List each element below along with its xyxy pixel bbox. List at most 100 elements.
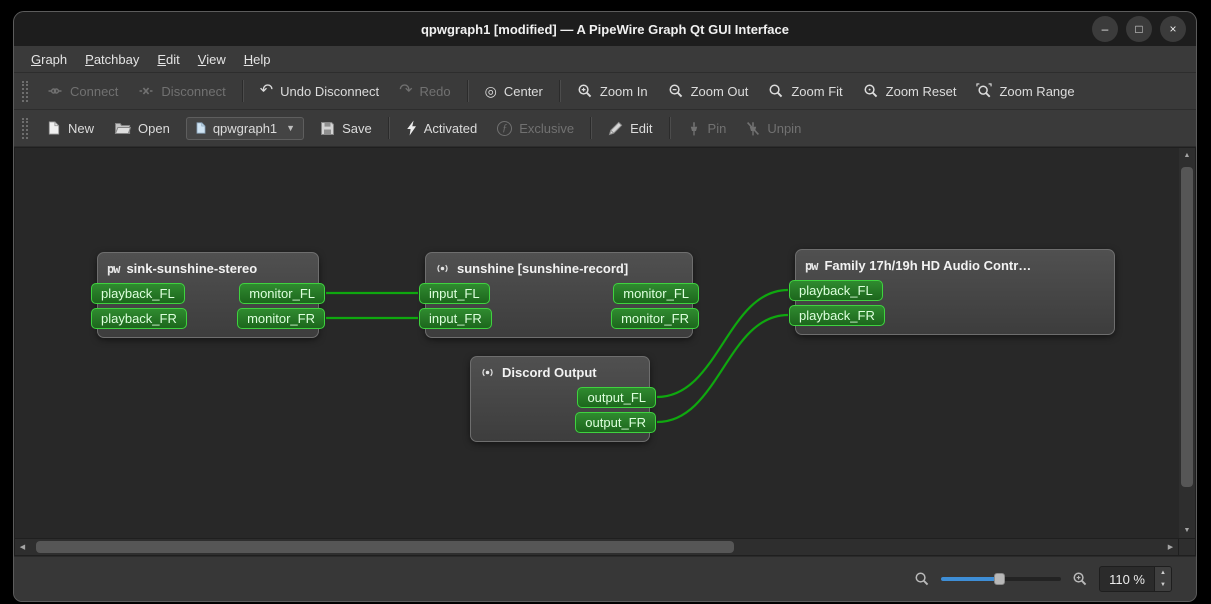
node-sunshine-record[interactable]: sunshine [sunshine-record] input_FL moni… xyxy=(419,252,699,338)
zoom-slider-thumb[interactable] xyxy=(994,573,1006,585)
scroll-down-arrow-icon[interactable]: ▼ xyxy=(1179,523,1195,538)
toolbar-separator xyxy=(558,80,561,102)
zoom-in-button[interactable]: Zoom In xyxy=(568,78,657,104)
titlebar[interactable]: qpwgraph1 [modified] — A PipeWire Graph … xyxy=(14,12,1196,46)
zoom-out-small-icon[interactable] xyxy=(914,571,930,587)
activated-button[interactable]: Activated xyxy=(397,115,486,141)
zoom-slider[interactable] xyxy=(941,571,1062,587)
patchbay-profile-combobox[interactable]: qpwgraph1 ▼ xyxy=(185,116,305,140)
window-title: qpwgraph1 [modified] — A PipeWire Graph … xyxy=(420,21,789,37)
hscroll-row: ◀ ▶ xyxy=(14,539,1196,556)
node-header[interactable]: pw Family 17h/19h HD Audio Contr… xyxy=(796,253,1114,278)
connect-button[interactable]: Connect xyxy=(38,78,127,104)
app-window: qpwgraph1 [modified] — A PipeWire Graph … xyxy=(13,11,1197,602)
center-label: Center xyxy=(503,83,543,99)
vertical-scroll-thumb[interactable] xyxy=(1181,167,1193,488)
patchbay-toolbar: New Open qpwgraph1 ▼ Save Activated ƒ Ex… xyxy=(14,110,1196,147)
port-input[interactable]: playback_FR xyxy=(91,308,187,329)
unpin-label: Unpin xyxy=(767,120,802,136)
port-input[interactable]: playback_FL xyxy=(91,283,185,304)
node-title: sunshine [sunshine-record] xyxy=(457,261,629,276)
pin-button[interactable]: Pin xyxy=(678,116,736,141)
pencil-icon xyxy=(608,121,623,136)
zoom-range-button[interactable]: Zoom Range xyxy=(967,78,1083,104)
undo-disconnect-button[interactable]: ↶ Undo Disconnect xyxy=(251,79,388,104)
horizontal-scrollbar[interactable]: ◀ ▶ xyxy=(14,539,1179,556)
node-family-hd-audio[interactable]: pw Family 17h/19h HD Audio Contr… playba… xyxy=(789,249,1115,335)
unpin-button[interactable]: Unpin xyxy=(737,116,810,141)
menu-graph[interactable]: Graph xyxy=(22,48,76,71)
horizontal-scroll-thumb[interactable] xyxy=(36,541,734,553)
node-header[interactable]: sunshine [sunshine-record] xyxy=(426,256,692,281)
zoom-range-icon xyxy=(976,83,993,99)
port-output[interactable]: monitor_FR xyxy=(237,308,325,329)
port-output[interactable]: output_FR xyxy=(575,412,656,433)
port-output[interactable]: monitor_FL xyxy=(613,283,699,304)
close-button[interactable]: × xyxy=(1160,16,1186,42)
port-output[interactable]: output_FL xyxy=(577,387,656,408)
node-header[interactable]: pw sink-sunshine-stereo xyxy=(98,256,318,281)
vertical-scrollbar[interactable]: ▲ ▼ xyxy=(1179,147,1196,539)
scroll-left-arrow-icon[interactable]: ◀ xyxy=(15,539,30,555)
port-input[interactable]: playback_FL xyxy=(789,280,883,301)
disconnect-button[interactable]: Disconnect xyxy=(129,78,234,104)
scroll-right-arrow-icon[interactable]: ▶ xyxy=(1163,539,1178,555)
spinbox-arrows: ▲ ▼ xyxy=(1154,567,1171,591)
connection-lines xyxy=(326,288,789,424)
port-input[interactable]: input_FR xyxy=(419,308,492,329)
toolbar-separator xyxy=(590,117,593,139)
open-folder-icon xyxy=(114,121,132,135)
spin-up-icon[interactable]: ▲ xyxy=(1155,567,1171,579)
toolbar-separator xyxy=(387,117,390,139)
edit-button[interactable]: Edit xyxy=(599,116,661,141)
zoom-out-label: Zoom Out xyxy=(690,83,749,99)
zoom-value: 110 % xyxy=(1109,571,1145,587)
vertical-scroll-track[interactable] xyxy=(1179,163,1195,523)
document-icon xyxy=(195,121,207,135)
menu-edit[interactable]: Edit xyxy=(148,48,188,71)
save-label: Save xyxy=(342,120,372,136)
horizontal-scroll-track[interactable] xyxy=(30,539,1163,555)
port-input[interactable]: input_FL xyxy=(419,283,490,304)
maximize-button[interactable]: □ xyxy=(1126,16,1152,42)
zoom-out-icon xyxy=(668,83,684,99)
menu-view[interactable]: View xyxy=(189,48,235,71)
center-button[interactable]: ◎ Center xyxy=(476,79,552,104)
zoom-in-small-icon[interactable] xyxy=(1072,571,1088,587)
exclusive-icon: ƒ xyxy=(497,120,513,136)
port-input[interactable]: playback_FR xyxy=(789,305,885,326)
scroll-up-arrow-icon[interactable]: ▲ xyxy=(1179,148,1195,163)
menu-help[interactable]: Help xyxy=(235,48,280,71)
spin-down-icon[interactable]: ▼ xyxy=(1155,579,1171,591)
port-output[interactable]: monitor_FR xyxy=(611,308,699,329)
edit-label: Edit xyxy=(630,120,653,136)
exclusive-label: Exclusive xyxy=(519,120,575,136)
node-sink-sunshine-stereo[interactable]: pw sink-sunshine-stereo playback_FL moni… xyxy=(91,252,325,338)
new-button[interactable]: New xyxy=(38,115,103,141)
zoom-reset-icon xyxy=(863,83,879,99)
open-button[interactable]: Open xyxy=(105,116,179,141)
pin-label: Pin xyxy=(707,120,727,136)
zoom-fit-button[interactable]: Zoom Fit xyxy=(759,78,851,104)
minimize-button[interactable]: – xyxy=(1092,16,1118,42)
node-header[interactable]: Discord Output xyxy=(471,360,649,385)
zoom-reset-button[interactable]: Zoom Reset xyxy=(854,78,966,104)
toolbar-grip[interactable] xyxy=(22,80,28,102)
save-button[interactable]: Save xyxy=(311,116,381,141)
lightning-icon xyxy=(406,120,417,136)
menu-patchbay[interactable]: Patchbay xyxy=(76,48,148,71)
unpin-icon xyxy=(746,121,760,136)
save-icon xyxy=(320,121,335,136)
exclusive-button[interactable]: ƒ Exclusive xyxy=(488,116,583,141)
node-discord-output[interactable]: Discord Output output_FL output_FR xyxy=(470,356,656,442)
zoom-out-button[interactable]: Zoom Out xyxy=(659,78,758,104)
toolbar-grip[interactable] xyxy=(22,117,28,139)
zoom-slider-fill xyxy=(941,577,999,581)
zoom-spinbox[interactable]: 110 % ▲ ▼ xyxy=(1099,566,1172,592)
scrollbar-corner xyxy=(1179,539,1196,556)
port-output[interactable]: monitor_FL xyxy=(239,283,325,304)
graph-canvas[interactable]: pw sink-sunshine-stereo playback_FL moni… xyxy=(14,147,1179,539)
new-file-icon xyxy=(47,120,61,136)
activated-label: Activated xyxy=(423,120,478,136)
redo-button[interactable]: ↷ Redo xyxy=(390,79,459,104)
